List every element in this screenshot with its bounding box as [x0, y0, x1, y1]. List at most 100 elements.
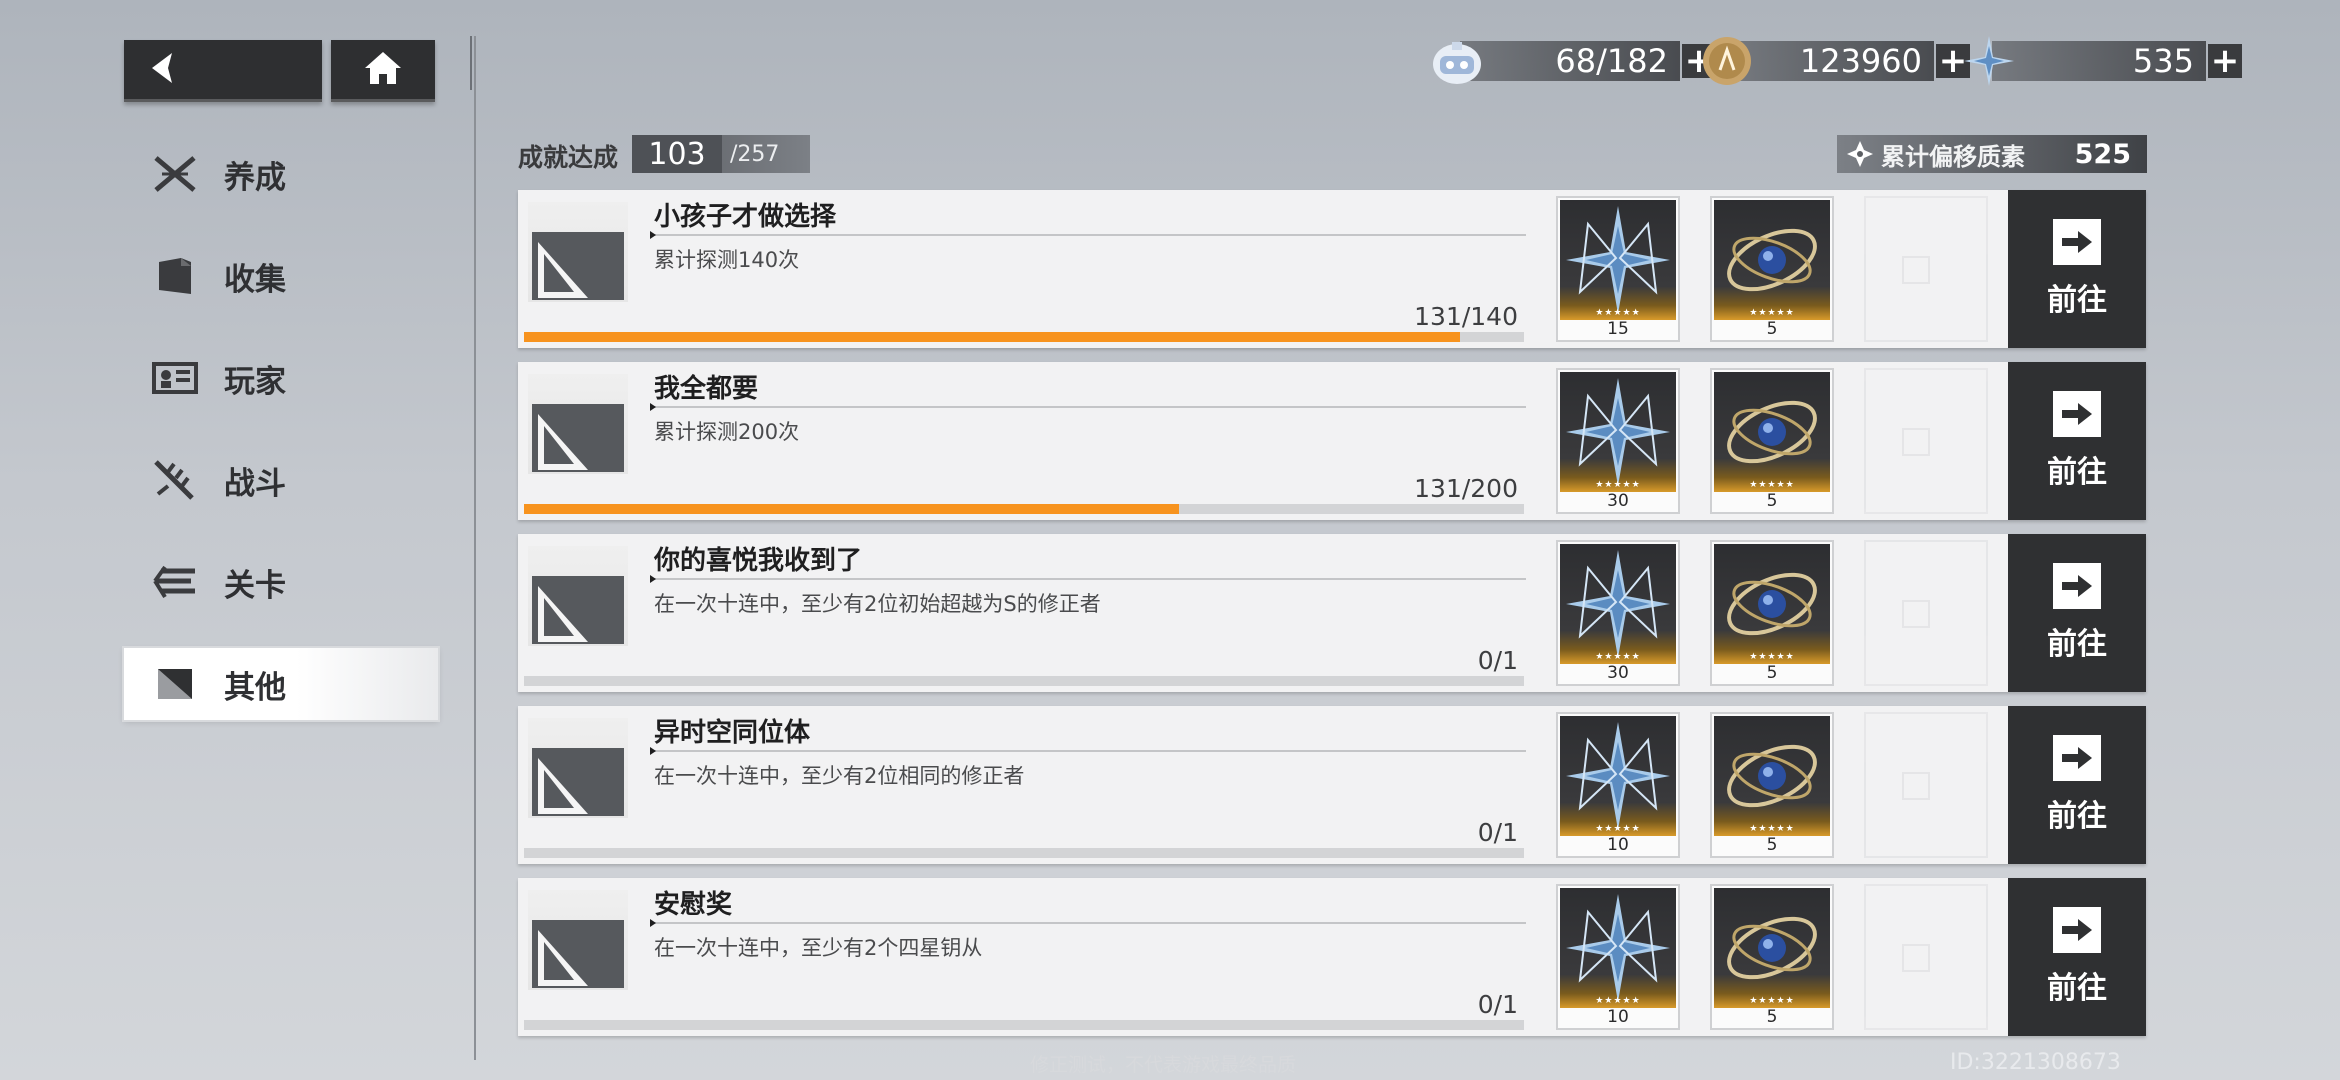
reward-crystal[interactable]: ★★★★★ 10 — [1556, 712, 1680, 858]
reward-quantity: 30 — [1607, 491, 1629, 511]
id-card-icon — [150, 356, 200, 400]
reward-quantity: 5 — [1766, 319, 1778, 339]
reward-orb[interactable]: ★★★★★ 5 — [1710, 884, 1834, 1030]
reward-quantity: 10 — [1607, 1007, 1629, 1027]
title-underline — [650, 403, 1526, 411]
empty-reward-slot — [1864, 540, 1988, 686]
drift-value: 525 — [2074, 138, 2131, 170]
stage-icon — [150, 560, 200, 604]
crystal-star-icon: ★★★★★ — [1560, 372, 1676, 492]
achievement-title: 异时空同位体 — [654, 718, 811, 748]
rarity-stars: ★★★★★ — [1749, 480, 1795, 490]
go-button[interactable]: 前往 — [2008, 878, 2146, 1036]
back-arrow-icon — [148, 51, 178, 89]
achievement-desc: 在一次十连中，至少有2位相同的修正者 — [654, 764, 1025, 788]
sidebar-item-label: 战斗 — [224, 465, 286, 502]
sidebar-item-label: 其他 — [224, 669, 286, 706]
rarity-stars: ★★★★★ — [1749, 308, 1795, 318]
achievement-progress-bar — [524, 332, 1524, 342]
achievement-count: 131/200 — [1414, 474, 1518, 503]
reward-orb[interactable]: ★★★★★ 5 — [1710, 540, 1834, 686]
title-underline — [650, 919, 1526, 927]
achievement-total: /257 — [730, 141, 780, 167]
go-button[interactable]: 前往 — [2008, 706, 2146, 864]
home-icon — [363, 50, 403, 90]
achievement-title: 安慰奖 — [654, 890, 733, 920]
achievement-emblem-icon — [528, 718, 628, 818]
achievement-progress-bar — [524, 676, 1524, 686]
arrow-right-icon — [2053, 391, 2101, 437]
reward-crystal[interactable]: ★★★★★ 30 — [1556, 368, 1680, 514]
go-label: 前往 — [2047, 627, 2107, 662]
sidebar-item-label: 养成 — [224, 159, 286, 196]
achievement-progress-box: 103 /257 — [632, 135, 810, 173]
coin-value: 123960 — [1730, 41, 1934, 81]
go-label: 前往 — [2047, 971, 2107, 1006]
gold-orb-icon: ★★★★★ — [1714, 716, 1830, 836]
empty-reward-slot — [1864, 884, 1988, 1030]
achievement-title: 小孩子才做选择 — [654, 202, 837, 232]
achievement-title: 我全都要 — [654, 374, 759, 404]
reward-orb[interactable]: ★★★★★ 5 — [1710, 196, 1834, 342]
crystal-star-icon: ★★★★★ — [1560, 544, 1676, 664]
reward-quantity: 15 — [1607, 319, 1629, 339]
robot-ticket-icon — [1430, 34, 1484, 88]
achievement-emblem-icon — [528, 374, 628, 474]
arrow-right-icon — [2053, 219, 2101, 265]
achievement-count: 0/1 — [1477, 990, 1518, 1019]
sidebar-item-player[interactable]: 玩家 — [124, 342, 438, 414]
title-underline — [650, 231, 1526, 239]
reward-quantity: 10 — [1607, 835, 1629, 855]
reward-crystal[interactable]: ★★★★★ 10 — [1556, 884, 1680, 1030]
blade-icon — [150, 458, 200, 502]
achievement-desc: 累计探测140次 — [654, 248, 800, 272]
achievement-row: 安慰奖 在一次十连中，至少有2个四星钥从 0/1 ★★★★★ 10 ★★★★★ … — [518, 878, 2146, 1036]
go-button[interactable]: 前往 — [2008, 362, 2146, 520]
resource-coin: 123960 + — [1700, 37, 1970, 85]
reward-orb[interactable]: ★★★★★ 5 — [1710, 368, 1834, 514]
add-crystal-button[interactable]: + — [2208, 41, 2242, 81]
achievement-progress-bar — [524, 504, 1524, 514]
crystal-value: 535 — [1992, 41, 2206, 81]
sidebar-divider — [474, 36, 476, 1060]
rarity-stars: ★★★★★ — [1595, 996, 1641, 1006]
rarity-stars: ★★★★★ — [1595, 652, 1641, 662]
achievement-count: 131/140 — [1414, 302, 1518, 331]
achievement-emblem-icon — [528, 546, 628, 646]
coin-icon — [1700, 34, 1754, 88]
go-button[interactable]: 前往 — [2008, 534, 2146, 692]
arrow-right-icon — [2053, 907, 2101, 953]
sidebar-item-other[interactable]: 其他 — [124, 648, 438, 720]
achievement-desc: 累计探测200次 — [654, 420, 800, 444]
sidebar-item-collection[interactable]: 收集 — [124, 240, 438, 312]
crystal-star-icon: ★★★★★ — [1560, 716, 1676, 836]
achievement-count: 0/1 — [1477, 646, 1518, 675]
sidebar-item-nurture[interactable]: 养成 — [124, 138, 438, 210]
reward-crystal[interactable]: ★★★★★ 15 — [1556, 196, 1680, 342]
drift-total-box: 累计偏移质素 525 — [1837, 135, 2147, 173]
sidebar-item-label: 玩家 — [224, 363, 286, 400]
achievement-desc: 在一次十连中，至少有2位初始超越为S的修正者 — [654, 592, 1101, 616]
rarity-stars: ★★★★★ — [1595, 308, 1641, 318]
empty-reward-slot — [1864, 368, 1988, 514]
other-icon — [150, 662, 200, 706]
back-button[interactable] — [124, 40, 322, 102]
home-button[interactable] — [331, 40, 435, 102]
title-underline — [650, 575, 1526, 583]
progress-fill — [524, 504, 1179, 514]
achievement-row: 我全都要 累计探测200次 131/200 ★★★★★ 30 ★★★★★ 5 前… — [518, 362, 2146, 520]
resource-crystal: 535 + — [1962, 36, 2242, 86]
achievement-count: 0/1 — [1477, 818, 1518, 847]
achievement-emblem-icon — [528, 890, 628, 990]
rarity-stars: ★★★★★ — [1749, 652, 1795, 662]
test-disclaimer: 修正测试，不代表游戏最终品质 — [1030, 1054, 1297, 1076]
progress-fill — [524, 332, 1460, 342]
go-label: 前往 — [2047, 283, 2107, 318]
reward-orb[interactable]: ★★★★★ 5 — [1710, 712, 1834, 858]
go-button[interactable]: 前往 — [2008, 190, 2146, 348]
sidebar-item-battle[interactable]: 战斗 — [124, 444, 438, 516]
achievement-progress-bar — [524, 1020, 1524, 1030]
reward-crystal[interactable]: ★★★★★ 30 — [1556, 540, 1680, 686]
arrow-right-icon — [2053, 563, 2101, 609]
sidebar-item-stage[interactable]: 关卡 — [124, 546, 438, 618]
